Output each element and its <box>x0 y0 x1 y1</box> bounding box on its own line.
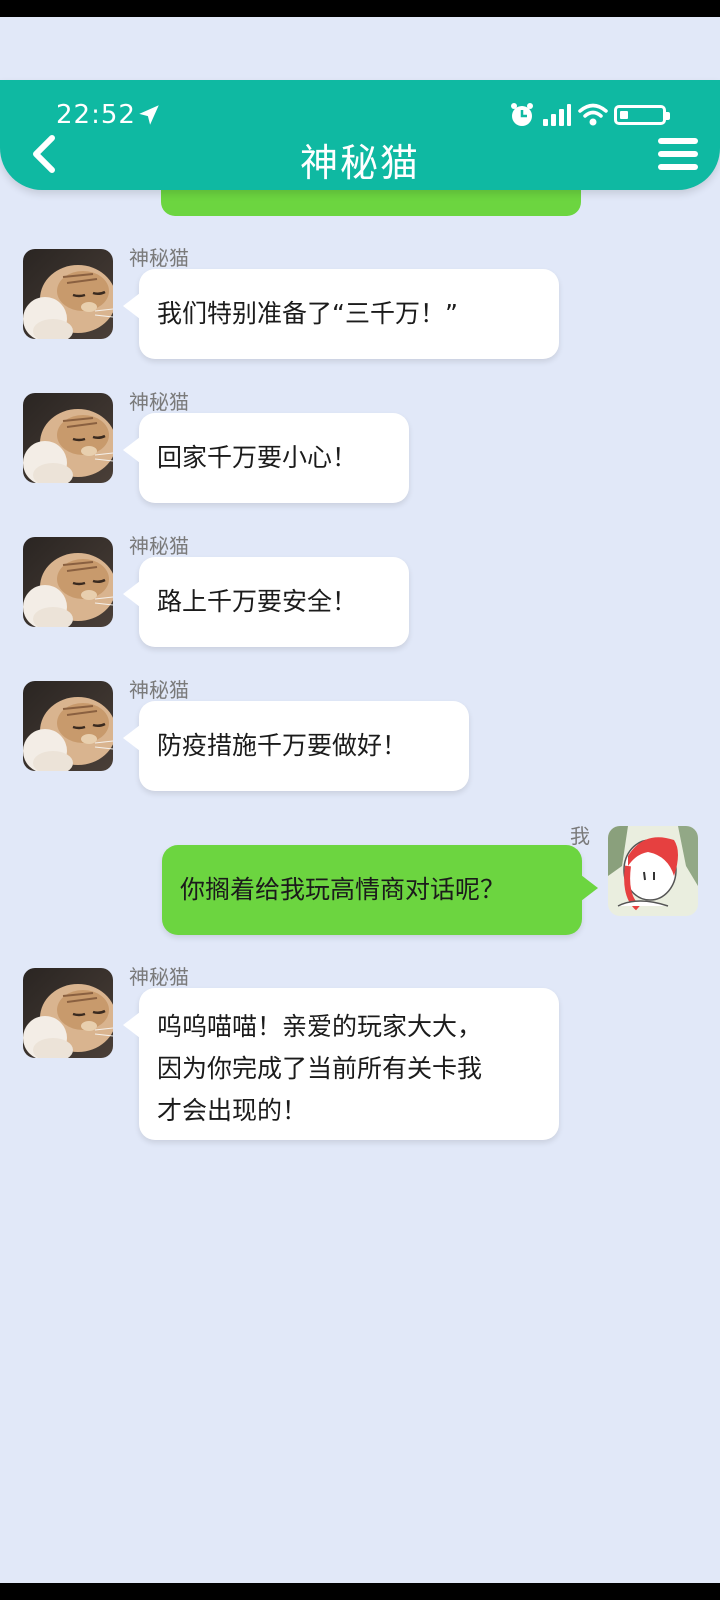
message-bubble[interactable]: 防疫措施千万要做好！ <box>123 701 469 791</box>
message-text: 我们特别准备了“三千万！” <box>157 299 458 328</box>
bottom-system-bar <box>0 1583 720 1600</box>
message-text: 路上千万要安全！ <box>157 587 358 616</box>
my-avatar[interactable] <box>608 826 698 916</box>
menu-icon-line <box>658 138 698 144</box>
sender-name: 神秘猫 <box>129 390 189 414</box>
sender-name: 神秘猫 <box>129 965 189 989</box>
alarm-icon <box>511 103 533 126</box>
message-text: 回家千万要小心！ <box>157 443 358 472</box>
message-text: 防疫措施千万要做好！ <box>157 731 408 760</box>
message-text: 你搁着给我玩高情商对话呢？ <box>180 875 506 904</box>
message-bubble[interactable]: 路上千万要安全！ <box>123 557 409 647</box>
message-bubble[interactable]: 我们特别准备了“三千万！” <box>123 269 559 359</box>
wifi-icon <box>578 103 608 126</box>
chat-title: 神秘猫 <box>299 141 420 185</box>
avatar[interactable] <box>23 537 113 627</box>
menu-button[interactable] <box>658 138 698 174</box>
my-message-bubble[interactable]: 你搁着给我玩高情商对话呢？ <box>162 845 598 935</box>
sender-name: 神秘猫 <box>129 246 189 270</box>
message-bubble[interactable]: 呜呜喵喵！亲爱的玩家大大， 因为你完成了当前所有关卡我 才会出现的！ <box>123 988 559 1140</box>
message-text-line: 因为你完成了当前所有关卡我 <box>157 1054 483 1083</box>
message-text-line: 呜呜喵喵！亲爱的玩家大大， <box>157 1012 483 1041</box>
top-system-bar <box>0 0 720 17</box>
signal-icon <box>543 104 571 126</box>
location-arrow-icon <box>139 105 159 125</box>
message-text-line: 才会出现的！ <box>157 1096 308 1125</box>
avatar[interactable] <box>23 249 113 339</box>
menu-icon-line <box>658 164 698 170</box>
menu-icon-line <box>658 151 698 157</box>
battery-icon <box>614 105 670 125</box>
avatar[interactable] <box>23 393 113 483</box>
avatar[interactable] <box>23 681 113 771</box>
message-bubble[interactable]: 回家千万要小心！ <box>123 413 409 503</box>
status-icons <box>508 100 670 130</box>
sender-name: 神秘猫 <box>129 678 189 702</box>
avatar[interactable] <box>23 968 113 1058</box>
chat-header: 22:52 神秘猫 <box>0 80 720 190</box>
my-name: 我 <box>570 824 590 848</box>
sender-name: 神秘猫 <box>129 534 189 558</box>
status-time: 22:52 <box>56 100 136 130</box>
